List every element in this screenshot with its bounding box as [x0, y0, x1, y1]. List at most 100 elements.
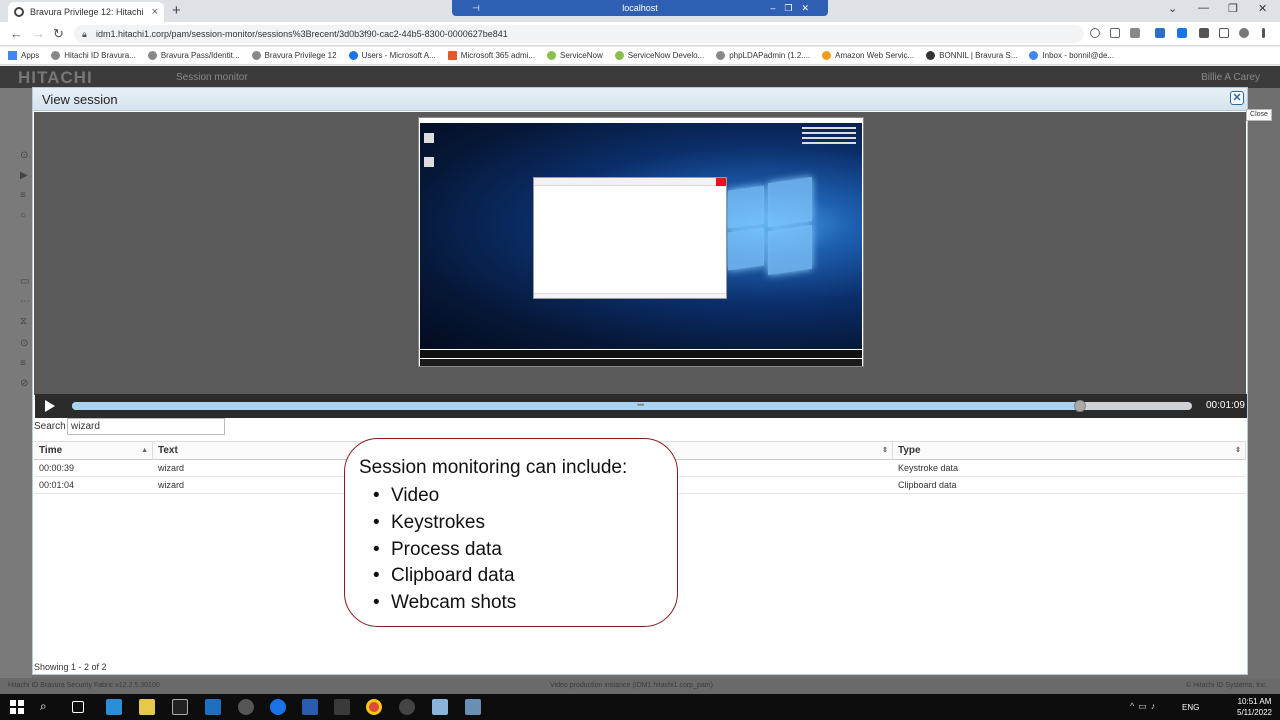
cell-type: Keystroke data [898, 463, 959, 473]
reload-icon[interactable]: ↻ [53, 26, 64, 42]
back-icon[interactable]: ← [10, 26, 23, 41]
globe-icon [716, 51, 726, 60]
callout-list: Video Keystrokes Process data Clipboard … [373, 483, 677, 617]
remote-session-bar: ⊣ localhost –❐✕ [452, 0, 828, 16]
system-tray-icons[interactable]: ^▭♪ [1130, 701, 1159, 712]
seek-progress [72, 402, 1080, 410]
search-icon[interactable]: ⌕ [40, 699, 56, 715]
extension-icon[interactable] [1155, 28, 1165, 38]
seek-handle[interactable] [1074, 400, 1086, 412]
recorded-taskbar [420, 359, 862, 366]
app-footer: Hitachi ID Bravura Security Fabric v12.2… [0, 678, 1280, 694]
sidebar-icon[interactable]: ⊘ [20, 378, 28, 389]
edge-icon[interactable] [270, 699, 286, 715]
google-icon [1029, 51, 1039, 60]
callout-item: Clipboard data [373, 563, 677, 590]
forward-icon[interactable]: → [32, 26, 45, 41]
task-view-icon[interactable] [72, 701, 84, 713]
sidebar-icon[interactable]: ⊙ [20, 338, 28, 349]
app-icon[interactable] [238, 699, 254, 715]
column-time[interactable]: Time ▲ [34, 442, 153, 460]
notepad-window [533, 177, 727, 299]
zoom-icon[interactable] [1090, 28, 1100, 38]
bookmark-item[interactable]: ServiceNow [547, 51, 603, 60]
new-tab-button[interactable]: + [172, 2, 181, 19]
browser-tab[interactable]: Bravura Privilege 12: Hitachi ID B × [8, 2, 164, 22]
video-player: 00:01:09 [34, 112, 1247, 418]
app-icon[interactable] [465, 699, 481, 715]
office-icon [447, 51, 457, 60]
pin-icon[interactable]: ⊣ [472, 0, 480, 16]
sidebar-icon[interactable]: ▭ [20, 276, 29, 287]
close-button[interactable]: ✕ [1230, 91, 1244, 105]
minimize-icon[interactable]: — [1198, 2, 1209, 14]
bookmark-item[interactable]: Users - Microsoft A... [348, 51, 436, 60]
system-clock[interactable]: 10:51 AM 5/11/2022 [1237, 696, 1272, 718]
maximize-icon[interactable]: ❐ [1228, 2, 1238, 15]
clock-date: 5/11/2022 [1237, 708, 1272, 717]
clock-time: 10:51 AM [1237, 697, 1272, 706]
tab-search-icon[interactable]: ⌄ [1168, 2, 1177, 15]
app-header: HITACHI Session monitor Billie A Carey [0, 66, 1280, 88]
timecode: 00:01:09 [1206, 400, 1245, 411]
footer-version: Hitachi ID Bravura Security Fabric v12.2… [8, 682, 160, 689]
close-tooltip: Close [1246, 109, 1272, 121]
info-callout: Session monitoring can include: Video Ke… [344, 438, 678, 627]
bookmark-item[interactable]: Microsoft 365 admi... [447, 51, 535, 60]
app-icon[interactable] [139, 699, 155, 715]
bookmark-item[interactable]: Hitachi ID Bravura... [51, 51, 136, 60]
bookmark-item[interactable]: ServiceNow Develo... [614, 51, 704, 60]
windows-logo-icon [728, 176, 812, 276]
sidebar-icon[interactable]: ≡ [20, 190, 26, 201]
url-field[interactable]: 🔒︎ idm1.hitachi1.corp/pam/session-monito… [74, 25, 1084, 43]
resize-handle-icon[interactable]: ••• [637, 400, 645, 410]
window-close-icon[interactable]: ✕ [1258, 2, 1267, 15]
sidebar-icon[interactable]: ▶ [20, 170, 28, 181]
share-icon[interactable] [1110, 28, 1120, 38]
sidebar-icon[interactable]: ≡ [20, 358, 26, 369]
bookmark-item[interactable]: BONNIL | Bravura S... [926, 51, 1017, 60]
terminal-icon[interactable] [172, 699, 188, 715]
puzzle-icon[interactable] [1199, 28, 1209, 38]
bookmark-item[interactable]: Bravura Privilege 12 [251, 51, 337, 60]
star-icon[interactable] [1130, 28, 1140, 38]
sidebar-icon[interactable]: ⋯ [20, 296, 30, 307]
bookmark-item[interactable]: Amazon Web Servic... [822, 51, 914, 60]
profile-icon[interactable] [1239, 28, 1249, 38]
sort-icon: ⇕ [882, 447, 888, 454]
bookmark-apps[interactable]: Apps [8, 51, 39, 60]
bookmark-item[interactable]: Bravura Pass/Identit... [147, 51, 240, 60]
app-icon[interactable] [432, 699, 448, 715]
tab-close-icon[interactable]: × [152, 6, 158, 18]
settings-icon[interactable] [399, 699, 415, 715]
extension-icon[interactable] [1177, 28, 1187, 38]
user-menu[interactable]: Billie A Carey [1201, 72, 1260, 83]
callout-item: Keystrokes [373, 510, 677, 537]
app-icon[interactable] [302, 699, 318, 715]
play-icon[interactable] [45, 400, 55, 412]
globe-icon [251, 51, 261, 60]
remote-controls-icon[interactable]: –❐✕ [770, 0, 818, 16]
sidebar-icon[interactable]: ○ [20, 210, 26, 221]
app-icon[interactable] [205, 699, 221, 715]
sidebar-icon[interactable]: ⧖ [20, 316, 27, 327]
input-language[interactable]: ENG [1182, 703, 1199, 712]
sidebar-icon[interactable]: ⊙ [20, 150, 28, 161]
menu-icon[interactable] [1262, 28, 1265, 38]
column-type[interactable]: Type ⇕ [893, 442, 1246, 460]
app-icon[interactable] [334, 699, 350, 715]
sort-up-icon: ▲ [141, 447, 148, 454]
bookmark-item[interactable]: phpLDAPadmin (1.2.... [716, 51, 810, 60]
bookmark-item[interactable]: Inbox - bonnil@de... [1029, 51, 1114, 60]
file-explorer-icon[interactable] [106, 699, 122, 715]
apps-grid-icon [8, 51, 17, 60]
app-sidebar: ⊙ ▶ ≡ ○ ▭ ⋯ ⧖ ⊙ ≡ ⊘ [0, 88, 32, 678]
search-input[interactable] [67, 418, 225, 435]
windows-start-icon[interactable] [10, 700, 24, 714]
page-title: Session monitor [176, 72, 248, 83]
session-video-frame[interactable] [418, 117, 864, 367]
cell-text: wizard [158, 463, 185, 473]
chrome-icon[interactable] [366, 699, 382, 715]
seek-bar[interactable] [72, 402, 1192, 410]
sidebar-icon[interactable] [1219, 28, 1229, 38]
